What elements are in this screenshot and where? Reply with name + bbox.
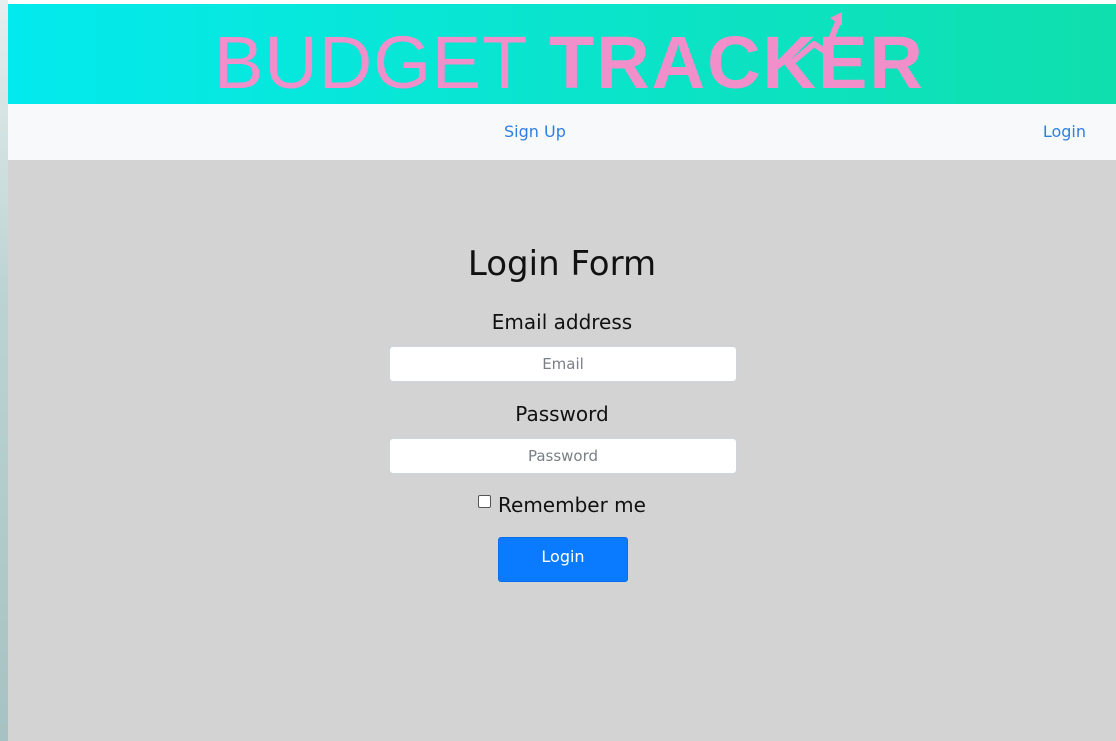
email-label: Email address xyxy=(491,310,633,334)
nav-signup-link[interactable]: Sign Up xyxy=(504,122,566,141)
logo-word-budget: BUDGET xyxy=(214,21,528,104)
brand-logo: BUDGET TRACKER xyxy=(214,12,925,104)
remember-me-row: Remember me xyxy=(8,493,1116,517)
page-title: Login Form xyxy=(467,244,657,284)
password-field[interactable] xyxy=(389,438,737,474)
login-button[interactable]: Login xyxy=(498,537,628,582)
nav-login-link[interactable]: Login xyxy=(1043,122,1086,141)
brand-banner: BUDGET TRACKER xyxy=(8,4,1116,104)
main-content: Login Form Email address Password Rememb… xyxy=(8,160,1116,741)
logo-word-tracker: TRACKER xyxy=(549,21,925,104)
navbar: Sign Up Login xyxy=(8,104,1116,160)
login-form: Login Form Email address Password Rememb… xyxy=(8,160,1116,741)
remember-me-checkbox[interactable] xyxy=(478,495,492,508)
email-field[interactable] xyxy=(389,346,737,382)
password-label: Password xyxy=(515,402,609,426)
window-left-edge xyxy=(0,0,8,741)
remember-me-label: Remember me xyxy=(498,493,646,517)
